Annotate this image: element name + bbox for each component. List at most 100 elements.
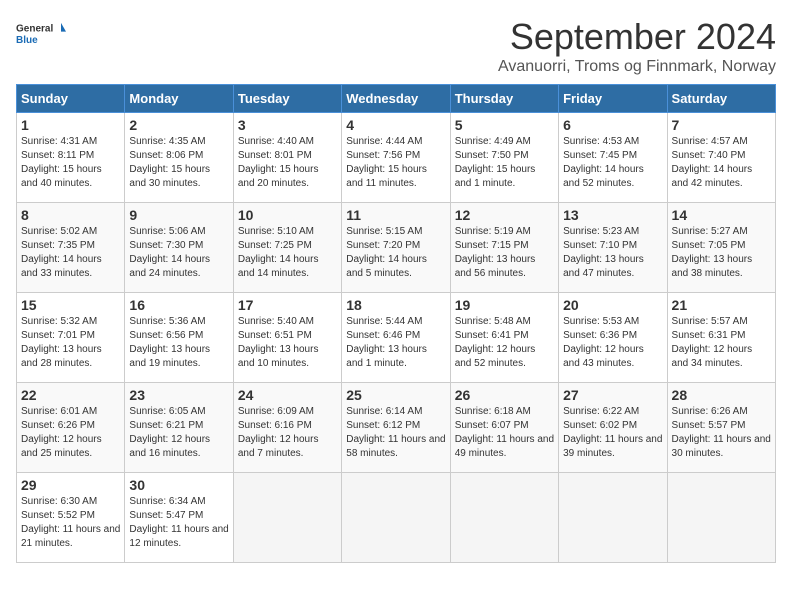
page-header: General Blue September 2024 Avanuorri, T… (16, 16, 776, 76)
day-detail: Sunrise: 5:27 AMSunset: 7:05 PMDaylight:… (672, 225, 771, 281)
calendar-table: SundayMondayTuesdayWednesdayThursdayFrid… (16, 84, 776, 563)
day-number: 9 (129, 207, 228, 223)
day-number: 24 (238, 387, 337, 403)
calendar-cell: 13 Sunrise: 5:23 AMSunset: 7:10 PMDayligh… (559, 203, 667, 293)
day-detail: Sunrise: 6:26 AMSunset: 5:57 PMDaylight:… (672, 405, 771, 461)
weekday-header-monday: Monday (125, 85, 233, 113)
weekday-header-row: SundayMondayTuesdayWednesdayThursdayFrid… (17, 85, 776, 113)
calendar-week-5: 29Sunrise: 6:30 AMSunset: 5:52 PMDayligh… (17, 473, 776, 563)
day-detail: Sunrise: 6:14 AMSunset: 6:12 PMDaylight:… (346, 405, 445, 461)
day-detail: Sunrise: 5:23 AMSunset: 7:10 PMDaylight:… (563, 225, 662, 281)
day-number: 30 (129, 477, 228, 493)
location-subtitle: Avanuorri, Troms og Finnmark, Norway (498, 58, 776, 76)
svg-text:Blue: Blue (16, 35, 38, 46)
calendar-cell: 7 Sunrise: 4:57 AMSunset: 7:40 PMDaylight… (667, 113, 775, 203)
day-number: 10 (238, 207, 337, 223)
calendar-cell: 1 Sunrise: 4:31 AMSunset: 8:11 PMDaylight… (17, 113, 125, 203)
day-number: 18 (346, 297, 445, 313)
day-detail: Sunrise: 5:06 AMSunset: 7:30 PMDaylight:… (129, 225, 228, 281)
day-detail: Sunrise: 6:34 AMSunset: 5:47 PMDaylight:… (129, 495, 228, 551)
weekday-header-thursday: Thursday (450, 85, 558, 113)
calendar-cell (233, 473, 341, 563)
day-number: 29 (21, 477, 120, 493)
day-number: 28 (672, 387, 771, 403)
day-detail: Sunrise: 5:02 AMSunset: 7:35 PMDaylight:… (21, 225, 120, 281)
day-number: 27 (563, 387, 662, 403)
day-number: 11 (346, 207, 445, 223)
calendar-week-4: 22Sunrise: 6:01 AMSunset: 6:26 PMDayligh… (17, 383, 776, 473)
day-number: 8 (21, 207, 120, 223)
day-detail: Sunrise: 6:18 AMSunset: 6:07 PMDaylight:… (455, 405, 554, 461)
calendar-cell: 17Sunrise: 5:40 AMSunset: 6:51 PMDayligh… (233, 293, 341, 383)
calendar-cell: 28 Sunrise: 6:26 AMSunset: 5:57 PMDayligh… (667, 383, 775, 473)
day-number: 15 (21, 297, 120, 313)
calendar-cell (667, 473, 775, 563)
weekday-header-saturday: Saturday (667, 85, 775, 113)
day-detail: Sunrise: 5:32 AMSunset: 7:01 PMDaylight:… (21, 315, 120, 371)
day-detail: Sunrise: 4:31 AMSunset: 8:11 PMDaylight:… (21, 135, 120, 191)
day-detail: Sunrise: 5:44 AMSunset: 6:46 PMDaylight:… (346, 315, 445, 371)
day-detail: Sunrise: 5:19 AMSunset: 7:15 PMDaylight:… (455, 225, 554, 281)
calendar-cell: 12 Sunrise: 5:19 AMSunset: 7:15 PMDayligh… (450, 203, 558, 293)
day-number: 3 (238, 117, 337, 133)
month-title: September 2024 (498, 16, 776, 58)
day-detail: Sunrise: 6:05 AMSunset: 6:21 PMDaylight:… (129, 405, 228, 461)
logo: General Blue (16, 16, 66, 56)
day-number: 20 (563, 297, 662, 313)
day-detail: Sunrise: 4:53 AMSunset: 7:45 PMDaylight:… (563, 135, 662, 191)
day-number: 21 (672, 297, 771, 313)
calendar-cell: 30 Sunrise: 6:34 AMSunset: 5:47 PMDayligh… (125, 473, 233, 563)
day-number: 4 (346, 117, 445, 133)
day-detail: Sunrise: 5:10 AMSunset: 7:25 PMDaylight:… (238, 225, 337, 281)
calendar-cell (559, 473, 667, 563)
weekday-header-friday: Friday (559, 85, 667, 113)
calendar-cell: 6 Sunrise: 4:53 AMSunset: 7:45 PMDaylight… (559, 113, 667, 203)
calendar-cell: 25 Sunrise: 6:14 AMSunset: 6:12 PMDayligh… (342, 383, 450, 473)
calendar-week-1: 1 Sunrise: 4:31 AMSunset: 8:11 PMDaylight… (17, 113, 776, 203)
calendar-cell: 19Sunrise: 5:48 AMSunset: 6:41 PMDayligh… (450, 293, 558, 383)
day-number: 26 (455, 387, 554, 403)
weekday-header-sunday: Sunday (17, 85, 125, 113)
day-detail: Sunrise: 4:40 AMSunset: 8:01 PMDaylight:… (238, 135, 337, 191)
weekday-header-tuesday: Tuesday (233, 85, 341, 113)
calendar-cell: 21 Sunrise: 5:57 AMSunset: 6:31 PMDayligh… (667, 293, 775, 383)
calendar-cell: 14 Sunrise: 5:27 AMSunset: 7:05 PMDayligh… (667, 203, 775, 293)
day-number: 6 (563, 117, 662, 133)
calendar-cell: 22Sunrise: 6:01 AMSunset: 6:26 PMDayligh… (17, 383, 125, 473)
day-detail: Sunrise: 4:49 AMSunset: 7:50 PMDaylight:… (455, 135, 554, 191)
title-block: September 2024 Avanuorri, Troms og Finnm… (498, 16, 776, 76)
day-detail: Sunrise: 6:09 AMSunset: 6:16 PMDaylight:… (238, 405, 337, 461)
day-detail: Sunrise: 6:22 AMSunset: 6:02 PMDaylight:… (563, 405, 662, 461)
calendar-cell: 18 Sunrise: 5:44 AMSunset: 6:46 PMDayligh… (342, 293, 450, 383)
calendar-cell: 5 Sunrise: 4:49 AMSunset: 7:50 PMDaylight… (450, 113, 558, 203)
calendar-cell: 9 Sunrise: 5:06 AMSunset: 7:30 PMDaylight… (125, 203, 233, 293)
calendar-cell: 8 Sunrise: 5:02 AMSunset: 7:35 PMDaylight… (17, 203, 125, 293)
calendar-cell: 29Sunrise: 6:30 AMSunset: 5:52 PMDayligh… (17, 473, 125, 563)
calendar-cell: 3 Sunrise: 4:40 AMSunset: 8:01 PMDaylight… (233, 113, 341, 203)
calendar-cell: 4Sunrise: 4:44 AMSunset: 7:56 PMDaylight… (342, 113, 450, 203)
calendar-week-3: 15 Sunrise: 5:32 AMSunset: 7:01 PMDayligh… (17, 293, 776, 383)
day-number: 12 (455, 207, 554, 223)
weekday-header-wednesday: Wednesday (342, 85, 450, 113)
day-number: 23 (129, 387, 228, 403)
day-number: 19 (455, 297, 554, 313)
day-number: 2 (129, 117, 228, 133)
day-number: 1 (21, 117, 120, 133)
day-number: 5 (455, 117, 554, 133)
day-detail: Sunrise: 5:53 AMSunset: 6:36 PMDaylight:… (563, 315, 662, 371)
calendar-cell: 15 Sunrise: 5:32 AMSunset: 7:01 PMDayligh… (17, 293, 125, 383)
calendar-cell: 11Sunrise: 5:15 AMSunset: 7:20 PMDayligh… (342, 203, 450, 293)
day-detail: Sunrise: 6:01 AMSunset: 6:26 PMDaylight:… (21, 405, 120, 461)
day-number: 7 (672, 117, 771, 133)
day-number: 13 (563, 207, 662, 223)
logo-svg: General Blue (16, 16, 66, 56)
day-detail: Sunrise: 4:35 AMSunset: 8:06 PMDaylight:… (129, 135, 228, 191)
calendar-cell: 26 Sunrise: 6:18 AMSunset: 6:07 PMDayligh… (450, 383, 558, 473)
calendar-cell: 2 Sunrise: 4:35 AMSunset: 8:06 PMDaylight… (125, 113, 233, 203)
day-detail: Sunrise: 4:57 AMSunset: 7:40 PMDaylight:… (672, 135, 771, 191)
day-detail: Sunrise: 5:57 AMSunset: 6:31 PMDaylight:… (672, 315, 771, 371)
day-number: 25 (346, 387, 445, 403)
calendar-week-2: 8 Sunrise: 5:02 AMSunset: 7:35 PMDaylight… (17, 203, 776, 293)
day-number: 14 (672, 207, 771, 223)
calendar-cell: 23 Sunrise: 6:05 AMSunset: 6:21 PMDayligh… (125, 383, 233, 473)
